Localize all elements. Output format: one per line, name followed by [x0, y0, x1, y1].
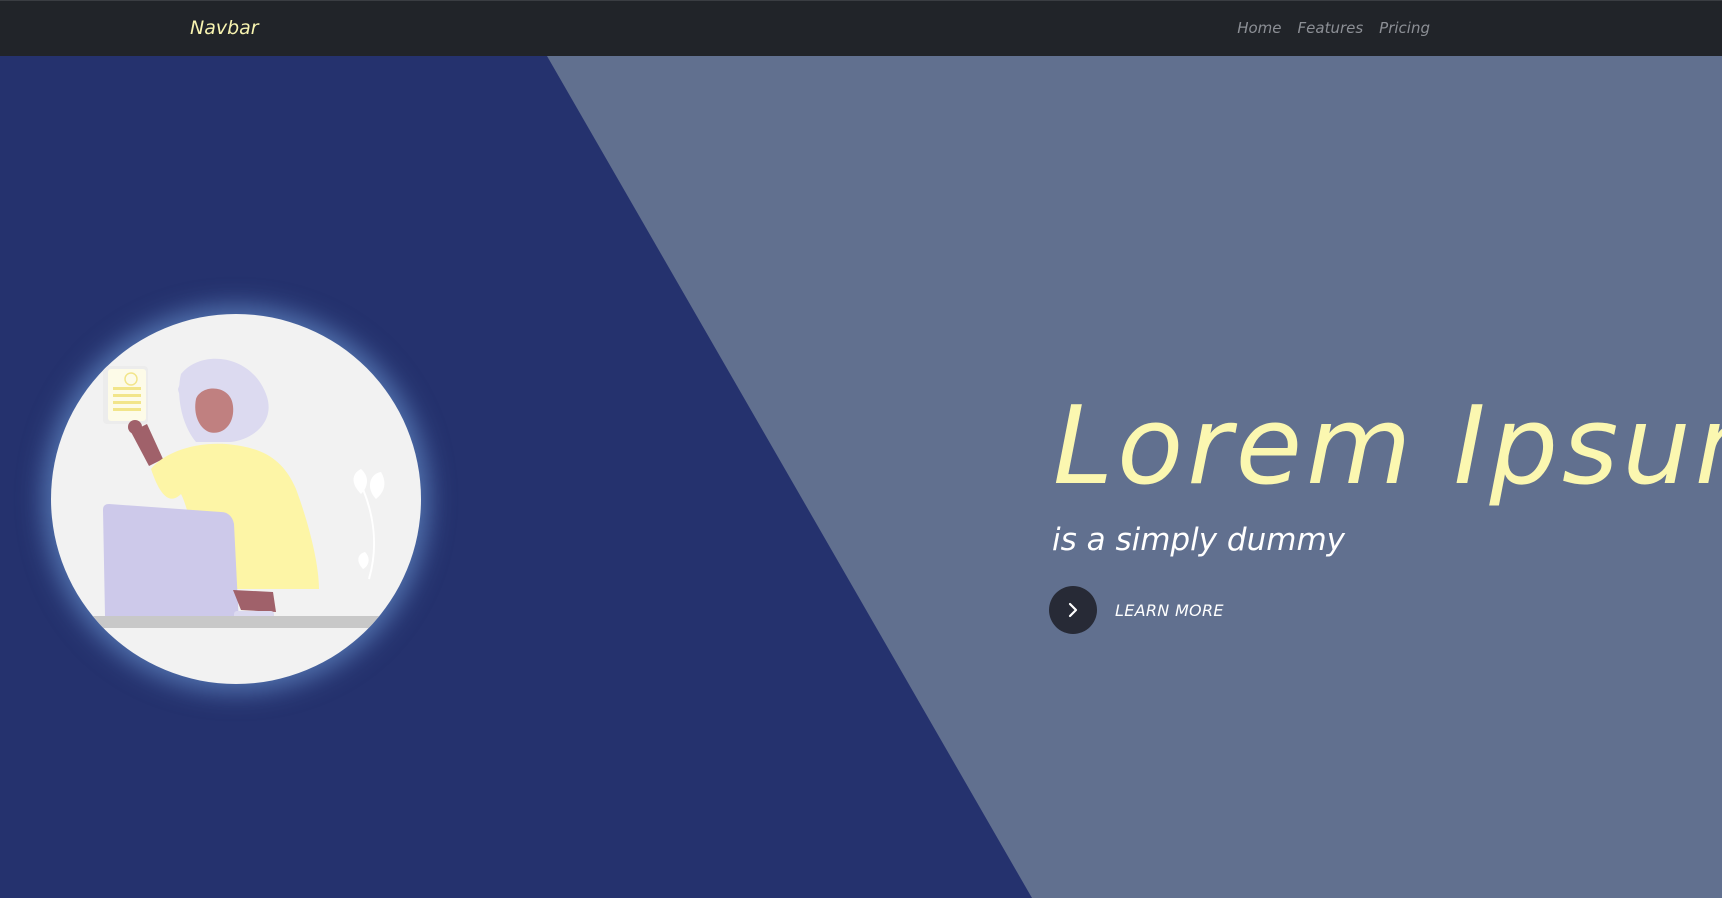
chevron-right-icon	[1068, 602, 1078, 618]
learn-more-button[interactable]: LEARN MORE	[1049, 586, 1224, 634]
nav-link-pricing[interactable]: Pricing	[1379, 19, 1430, 37]
learn-more-label[interactable]: LEARN MORE	[1115, 601, 1224, 620]
cta-circle[interactable]	[1049, 586, 1097, 634]
hero-title: Lorem Ipsum	[1053, 384, 1722, 509]
hero-subtitle: is a simply dummy	[1052, 522, 1345, 558]
navbar: Navbar Home Features Pricing	[0, 0, 1722, 56]
nav-link-home[interactable]: Home	[1237, 19, 1281, 37]
hero-illustration	[51, 314, 421, 684]
navbar-brand[interactable]: Navbar	[190, 17, 259, 39]
woman-with-document-icon	[91, 358, 391, 628]
nav-links: Home Features Pricing	[1237, 19, 1430, 37]
nav-link-features[interactable]: Features	[1298, 19, 1364, 37]
landing-page: Navbar Home Features Pricing Lorem Ipsu …	[0, 0, 1722, 898]
